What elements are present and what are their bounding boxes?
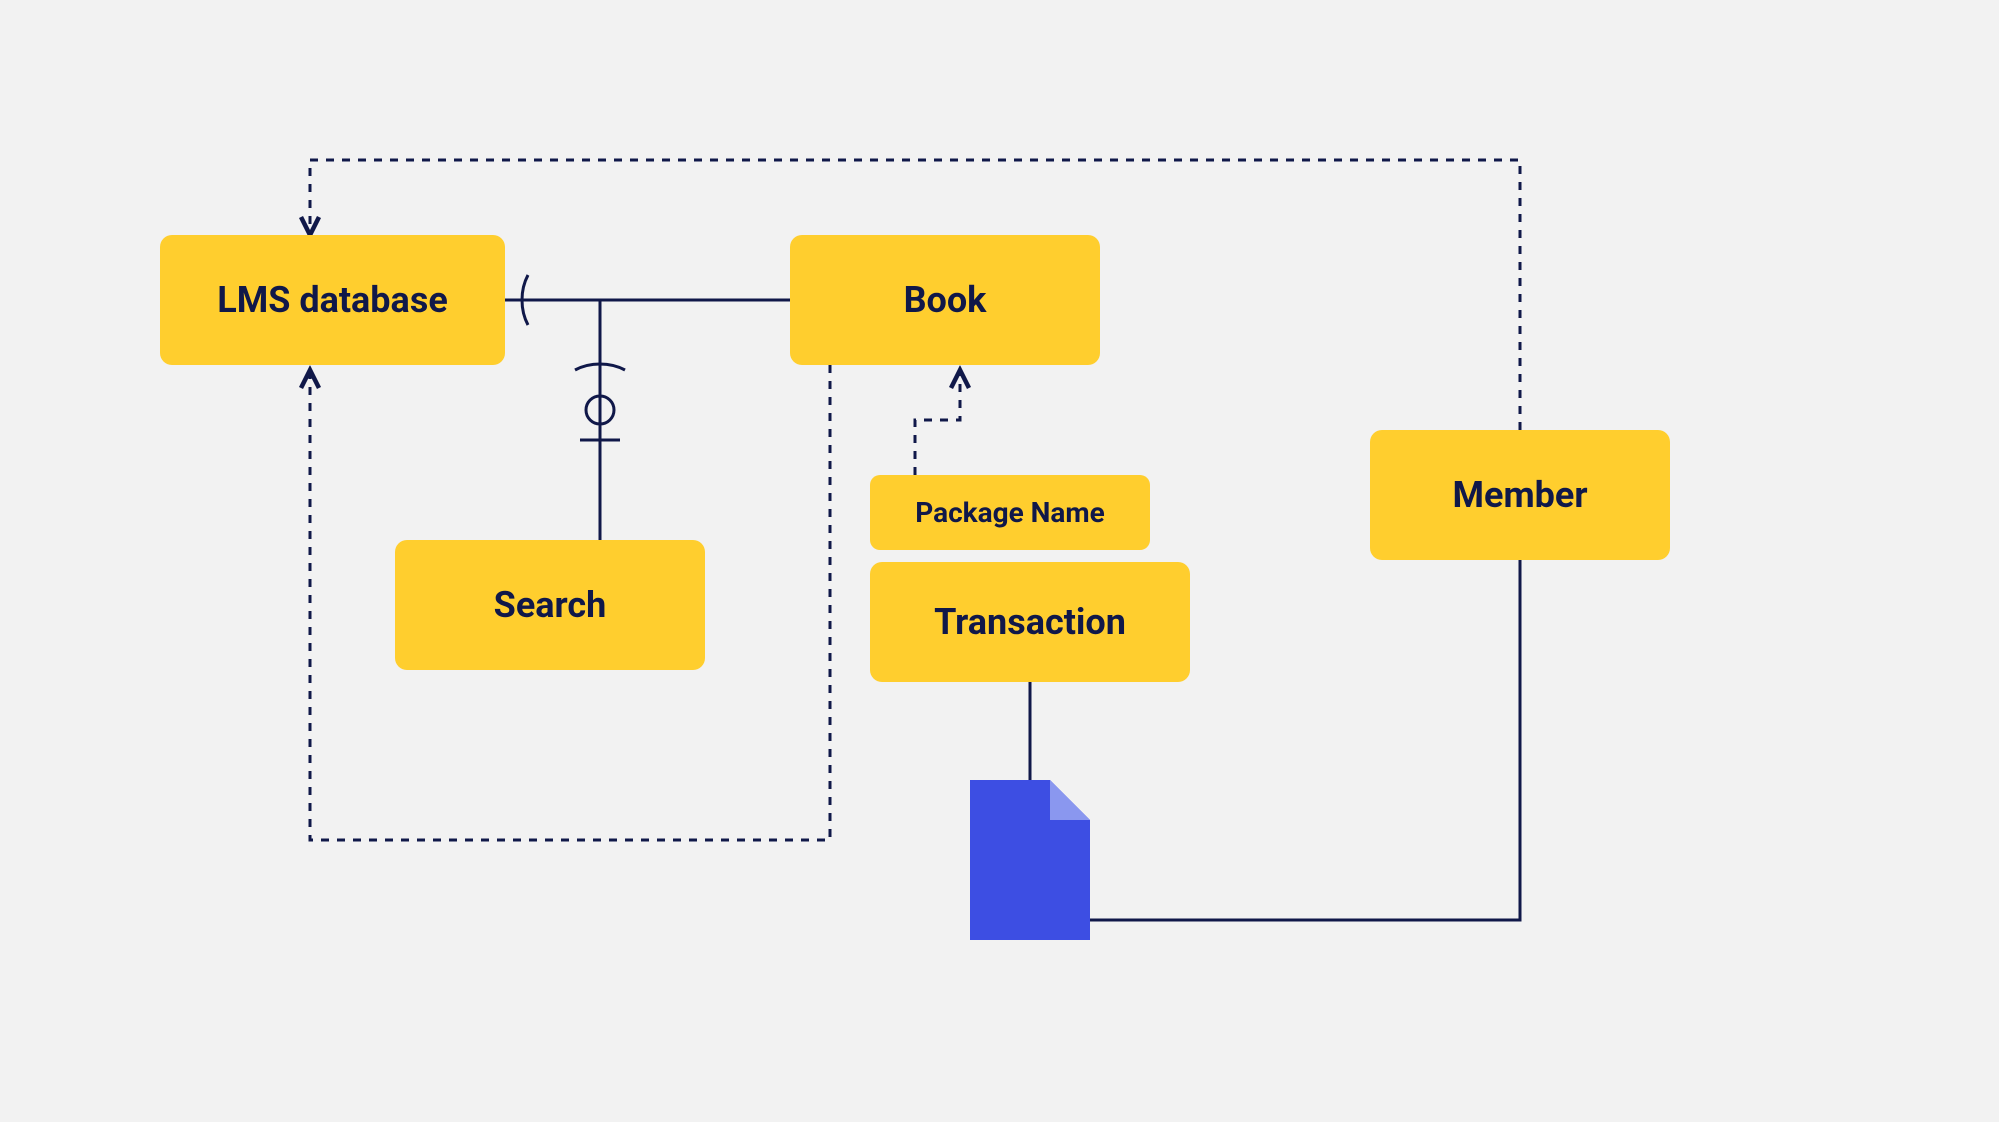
node-member: Member <box>1370 430 1670 560</box>
node-transaction-label: Transaction <box>934 601 1126 643</box>
diagram-edges <box>0 0 1999 1122</box>
diagram-canvas: LMS database Book Search Package Name Tr… <box>0 0 1999 1122</box>
node-lms-database-label: LMS database <box>217 279 448 321</box>
node-member-label: Member <box>1452 474 1587 516</box>
node-package-name-label: Package Name <box>915 496 1105 529</box>
node-search-label: Search <box>494 584 607 626</box>
node-book: Book <box>790 235 1100 365</box>
node-search: Search <box>395 540 705 670</box>
node-lms-database: LMS database <box>160 235 505 365</box>
edge-package-to-book-dashed <box>915 370 960 475</box>
document-icon <box>970 780 1090 940</box>
node-package-name: Package Name <box>870 475 1150 550</box>
node-book-label: Book <box>904 279 987 321</box>
node-transaction: Transaction <box>870 562 1190 682</box>
